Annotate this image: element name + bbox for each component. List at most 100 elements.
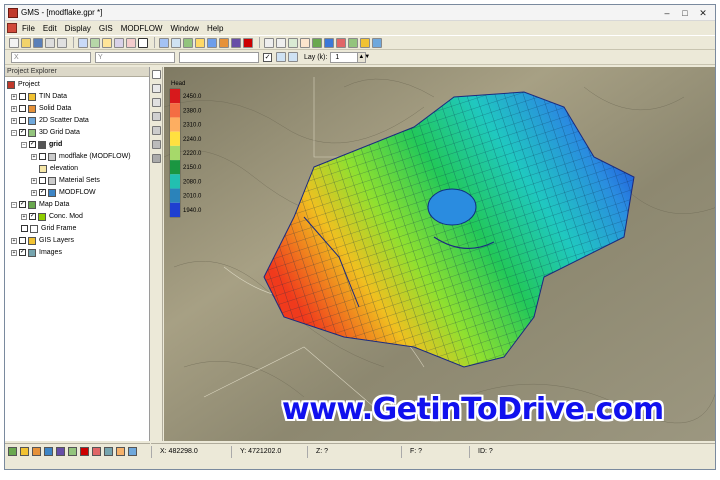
layer-spinner[interactable]: ▲▼ [358, 51, 370, 63]
map-tool-icon[interactable] [312, 37, 322, 48]
visibility-checkbox[interactable] [21, 225, 28, 232]
visibility-checkbox[interactable] [19, 105, 26, 112]
menu-gis[interactable]: GIS [99, 24, 113, 33]
visibility-checkbox[interactable]: ✓ [29, 213, 36, 220]
close-button[interactable]: ✕ [698, 8, 708, 18]
tree-item[interactable]: Grid Frame [21, 223, 76, 234]
print-icon[interactable] [45, 37, 55, 48]
globe-module-icon[interactable] [128, 447, 137, 456]
select-cells-icon[interactable] [264, 37, 274, 48]
tree-item[interactable]: + GIS Layers [11, 235, 74, 246]
menu-display[interactable]: Display [65, 24, 91, 33]
menu-edit[interactable]: Edit [43, 24, 57, 33]
grid-module-icon[interactable] [56, 447, 65, 456]
tree-item[interactable]: + Material Sets [31, 175, 100, 186]
run-model-icon[interactable] [207, 37, 217, 48]
select-nodes-icon[interactable] [276, 37, 286, 48]
expand-toggle[interactable]: − [11, 129, 17, 136]
menu-modflow[interactable]: MODFLOW [121, 24, 163, 33]
scatter3d-module-icon[interactable] [80, 447, 89, 456]
menu-window[interactable]: Window [170, 24, 198, 33]
visibility-checkbox[interactable]: ✓ [19, 249, 26, 256]
frame-icon[interactable] [126, 37, 136, 48]
tree-item[interactable]: + ✓ Images [11, 247, 62, 258]
lighting-icon[interactable] [183, 37, 193, 48]
select-row-icon[interactable] [288, 37, 298, 48]
layer-down-icon[interactable] [276, 52, 286, 62]
tree-item[interactable]: − ✓ 3D Grid Data [11, 127, 80, 138]
x-coordinate-field[interactable]: X [11, 51, 91, 63]
visibility-checkbox[interactable] [19, 117, 26, 124]
copy-icon[interactable] [57, 37, 67, 48]
expand-toggle[interactable]: + [11, 249, 17, 256]
material-icon[interactable] [219, 37, 229, 48]
visibility-checkbox[interactable]: ✓ [29, 141, 36, 148]
save-icon[interactable] [33, 37, 43, 48]
arc-tool-icon[interactable] [336, 37, 346, 48]
view-plan-icon[interactable] [78, 37, 88, 48]
tree-item[interactable]: + Solid Data [11, 103, 71, 114]
graphics-window[interactable]: Head 2450.0 2380.0 2310.0 2240.0 2220.0 2150.… [164, 67, 716, 441]
mesh-module-icon[interactable] [44, 447, 53, 456]
minimize-button[interactable]: – [662, 8, 672, 18]
rotate-icon[interactable] [152, 70, 161, 79]
zoom-extents-icon[interactable] [138, 37, 148, 48]
display-options-icon[interactable] [159, 37, 169, 48]
expand-toggle[interactable]: − [21, 141, 27, 148]
lake-cells[interactable] [427, 188, 477, 226]
visibility-checkbox[interactable] [19, 93, 26, 100]
model-view[interactable]: Head 2450.0 2380.0 2310.0 2240.0 2220.0 2150.… [164, 67, 716, 441]
visibility-checkbox[interactable]: ✓ [19, 201, 26, 208]
expand-toggle[interactable]: + [11, 93, 17, 100]
pan-icon[interactable] [152, 98, 161, 107]
menu-file[interactable]: File [22, 24, 35, 33]
expand-toggle[interactable]: + [31, 189, 37, 196]
tin-module-icon[interactable] [8, 447, 17, 456]
flag-icon[interactable] [372, 37, 382, 48]
tree-item[interactable]: + modflake (MODFLOW) [31, 151, 131, 162]
expand-toggle[interactable]: + [11, 105, 17, 112]
gis-tool-icon[interactable] [324, 37, 334, 48]
zoom-box-icon[interactable] [152, 112, 161, 121]
grid-tool-icon[interactable] [231, 37, 241, 48]
scatter2d-module-icon[interactable] [68, 447, 77, 456]
expand-toggle[interactable]: + [31, 177, 37, 184]
expand-toggle[interactable]: + [31, 153, 37, 160]
solid-module-icon[interactable] [32, 447, 41, 456]
uzf-module-icon[interactable] [116, 447, 125, 456]
info-icon[interactable] [152, 140, 161, 149]
visibility-checkbox[interactable]: ✓ [39, 189, 46, 196]
view-side-icon[interactable] [114, 37, 124, 48]
expand-toggle[interactable]: + [11, 117, 17, 124]
visibility-checkbox[interactable]: ✓ [19, 129, 26, 136]
layer-input[interactable]: 1 [330, 51, 359, 63]
expand-toggle[interactable]: + [11, 237, 17, 244]
maximize-button[interactable]: □ [680, 8, 690, 18]
new-icon[interactable] [9, 37, 19, 48]
map-module-icon[interactable] [92, 447, 101, 456]
menu-help[interactable]: Help [207, 24, 223, 33]
tree-item[interactable]: − ✓ grid [21, 139, 62, 150]
measure-icon[interactable] [152, 154, 161, 163]
ijk-toggle-checkbox[interactable]: ✓ [263, 52, 272, 62]
tree-item[interactable]: + TIN Data [11, 91, 67, 102]
visibility-checkbox[interactable] [39, 177, 46, 184]
open-icon[interactable] [21, 37, 31, 48]
tree-item[interactable]: Project [7, 79, 40, 90]
point-tool-icon[interactable] [360, 37, 370, 48]
view-oblique-icon[interactable] [90, 37, 100, 48]
gis-module-icon[interactable] [104, 447, 113, 456]
tree-item[interactable]: − ✓ Map Data [11, 199, 69, 210]
y-coordinate-field[interactable]: Y [95, 51, 175, 63]
visibility-checkbox[interactable] [19, 237, 26, 244]
expand-toggle[interactable]: − [11, 201, 17, 208]
layer-up-icon[interactable] [288, 52, 298, 62]
polygon-tool-icon[interactable] [348, 37, 358, 48]
tree-item[interactable]: + ✓ Conc. Mod [21, 211, 83, 222]
visibility-checkbox[interactable] [39, 153, 46, 160]
tree-item[interactable]: + ✓ MODFLOW [31, 187, 96, 198]
tree-item[interactable]: +2D Scatter Data [11, 115, 89, 126]
zoom-icon[interactable] [152, 84, 161, 93]
z-coordinate-field[interactable] [179, 51, 259, 63]
tree-item[interactable]: elevation [39, 163, 78, 174]
